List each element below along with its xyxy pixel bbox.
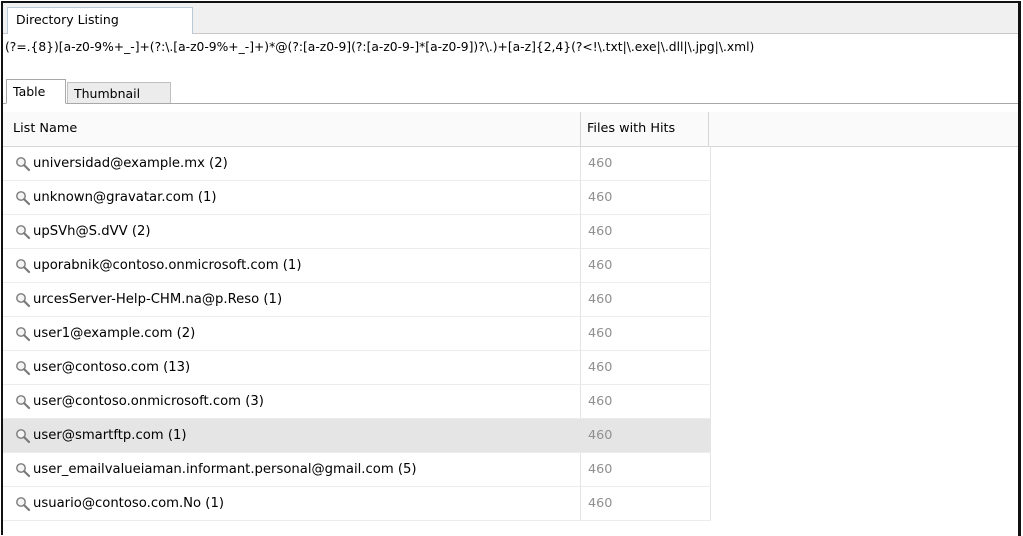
list-name-cell: uporabnik@contoso.onmicrosoft.com (1) [3, 249, 581, 283]
search-icon [16, 191, 31, 206]
list-name-label: user_emailvalueiaman.informant.personal@… [33, 462, 417, 477]
search-icon [16, 327, 31, 342]
list-name-cell: urcesServer-Help-CHM.na@p.Reso (1) [3, 283, 581, 317]
list-name-cell: universidad@example.mx (2) [3, 147, 581, 181]
tab-table[interactable]: Table [6, 79, 66, 104]
list-name-label: user@contoso.com (13) [33, 360, 191, 375]
search-icon [16, 361, 31, 376]
files-with-hits-cell: 460 [581, 419, 711, 453]
search-icon [16, 225, 31, 240]
files-with-hits-cell: 460 [581, 181, 711, 215]
list-name-cell: user@smartftp.com (1) [3, 419, 581, 453]
list-name-cell: usuario@contoso.com.No (1) [3, 487, 581, 521]
files-with-hits-cell: 460 [581, 487, 711, 521]
list-name-label: user1@example.com (2) [33, 326, 196, 341]
column-header-list-name[interactable]: List Name [7, 112, 581, 146]
files-with-hits-cell: 460 [581, 215, 711, 249]
window-border [1018, 1, 1021, 536]
list-name-label: upSVh@S.dVV (2) [33, 224, 151, 239]
table-header: List Name Files with Hits [3, 112, 1020, 147]
search-icon [16, 429, 31, 444]
list-name-label: user@contoso.onmicrosoft.com (3) [33, 394, 264, 409]
list-name-cell: user1@example.com (2) [3, 317, 581, 351]
files-with-hits-cell: 460 [581, 249, 711, 283]
list-name-label: universidad@example.mx (2) [33, 156, 228, 171]
list-name-cell: upSVh@S.dVV (2) [3, 215, 581, 249]
view-tabs: Table Thumbnail [3, 79, 1020, 104]
files-with-hits-cell: 460 [581, 283, 711, 317]
search-icon [16, 259, 31, 274]
list-name-label: urcesServer-Help-CHM.na@p.Reso (1) [33, 292, 283, 307]
search-icon [16, 157, 31, 172]
list-name-label: uporabnik@contoso.onmicrosoft.com (1) [33, 258, 302, 273]
column-header-files-with-hits[interactable]: Files with Hits [581, 112, 709, 146]
search-icon [16, 395, 31, 410]
search-icon [16, 293, 31, 308]
list-name-label: usuario@contoso.com.No (1) [33, 496, 224, 511]
panel-tabstrip: Directory Listing [3, 3, 1020, 34]
list-name-cell: user@contoso.onmicrosoft.com (3) [3, 385, 581, 419]
table-row[interactable]: user@contoso.com (13) 460 [3, 351, 711, 385]
list-name-cell: user@contoso.com (13) [3, 351, 581, 385]
list-name-cell: user_emailvalueiaman.informant.personal@… [3, 453, 581, 487]
list-name-cell: unknown@gravatar.com (1) [3, 181, 581, 215]
results-table: List Name Files with Hits universidad@ex… [3, 104, 1020, 535]
tab-directory-listing[interactable]: Directory Listing [7, 7, 193, 34]
directory-listing-panel: Directory Listing (?=.{8})[a-z0-9%+_-]+(… [1, 1, 1020, 535]
table-row[interactable]: user_emailvalueiaman.informant.personal@… [3, 453, 711, 487]
table-row[interactable]: user@smartftp.com (1) 460 [3, 419, 711, 453]
table-row[interactable]: upSVh@S.dVV (2) 460 [3, 215, 711, 249]
table-row[interactable]: usuario@contoso.com.No (1) 460 [3, 487, 711, 521]
files-with-hits-cell: 460 [581, 453, 711, 487]
table-row[interactable]: urcesServer-Help-CHM.na@p.Reso (1) 460 [3, 283, 711, 317]
table-row[interactable]: user1@example.com (2) 460 [3, 317, 711, 351]
files-with-hits-cell: 460 [581, 351, 711, 385]
filter-expression: (?=.{8})[a-z0-9%+_-]+(?:\.[a-z0-9%+_-]+)… [5, 40, 755, 54]
files-with-hits-cell: 460 [581, 317, 711, 351]
list-name-label: user@smartftp.com (1) [33, 428, 187, 443]
files-with-hits-cell: 460 [581, 147, 711, 181]
table-row[interactable]: user@contoso.onmicrosoft.com (3) 460 [3, 385, 711, 419]
list-name-label: unknown@gravatar.com (1) [33, 190, 217, 205]
tab-thumbnail[interactable]: Thumbnail [67, 82, 171, 103]
search-icon [16, 463, 31, 478]
table-row[interactable]: unknown@gravatar.com (1) 460 [3, 181, 711, 215]
table-row[interactable]: uporabnik@contoso.onmicrosoft.com (1) 460 [3, 249, 711, 283]
row-divider [3, 520, 711, 521]
table-row[interactable]: universidad@example.mx (2) 460 [3, 147, 711, 181]
search-icon [16, 497, 31, 512]
files-with-hits-cell: 460 [581, 385, 711, 419]
